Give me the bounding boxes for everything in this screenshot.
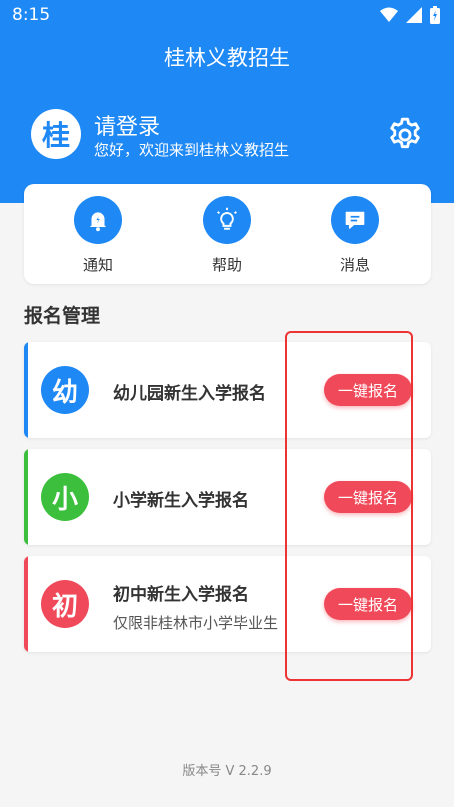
- status-bar: 8:15: [0, 0, 454, 32]
- lightbulb-icon: [217, 207, 237, 230]
- quick-action-label: 帮助: [211, 256, 242, 274]
- quick-action-label: 通知: [82, 256, 113, 274]
- enroll-button[interactable]: 一键报名: [324, 374, 412, 406]
- battery-icon: [430, 6, 440, 24]
- avatar[interactable]: 桂: [31, 109, 81, 159]
- enroll-title: 幼儿园新生入学报名: [113, 384, 266, 404]
- wifi-icon: [380, 7, 398, 22]
- message-icon: [345, 211, 365, 229]
- enroll-subtitle: 仅限非桂林市小学毕业生: [113, 614, 279, 632]
- login-link[interactable]: 请登录: [94, 109, 160, 141]
- enroll-button[interactable]: 一键报名: [324, 588, 412, 620]
- quick-actions-card: 通知 帮助 消息: [24, 184, 431, 284]
- status-time: 8:15: [12, 5, 51, 25]
- enroll-button[interactable]: 一键报名: [324, 481, 412, 513]
- card-accent-bar: [24, 556, 28, 652]
- section-title: 报名管理: [24, 305, 101, 327]
- quick-action-label: 消息: [339, 256, 370, 274]
- enroll-card-primary[interactable]: 小 小学新生入学报名 一键报名: [24, 449, 431, 545]
- primary-school-icon: 小: [41, 473, 89, 521]
- card-accent-bar: [24, 342, 28, 438]
- enroll-card-junior[interactable]: 初 初中新生入学报名 仅限非桂林市小学毕业生 一键报名: [24, 556, 431, 652]
- gear-icon[interactable]: [386, 116, 424, 154]
- junior-school-icon: 初: [41, 580, 89, 628]
- header: 8:15 桂林义教招生 桂 请登录 您好，欢迎来到桂林义教招生: [0, 0, 454, 203]
- quick-action-message[interactable]: 消息: [305, 196, 405, 275]
- kindergarten-icon: 幼: [41, 366, 89, 414]
- quick-action-help[interactable]: 帮助: [177, 196, 277, 275]
- enroll-title: 初中新生入学报名: [113, 585, 249, 605]
- welcome-text: 您好，欢迎来到桂林义教招生: [94, 141, 290, 159]
- app-title: 桂林义教招生: [164, 46, 290, 70]
- version-text: 版本号 V 2.2.9: [182, 764, 272, 779]
- bell-icon: [89, 212, 107, 232]
- signal-icon: [406, 7, 422, 23]
- card-accent-bar: [24, 449, 28, 545]
- enroll-title: 小学新生入学报名: [113, 491, 249, 511]
- quick-action-notice[interactable]: 通知: [48, 196, 148, 275]
- enroll-card-kindergarten[interactable]: 幼 幼儿园新生入学报名 一键报名: [24, 342, 431, 438]
